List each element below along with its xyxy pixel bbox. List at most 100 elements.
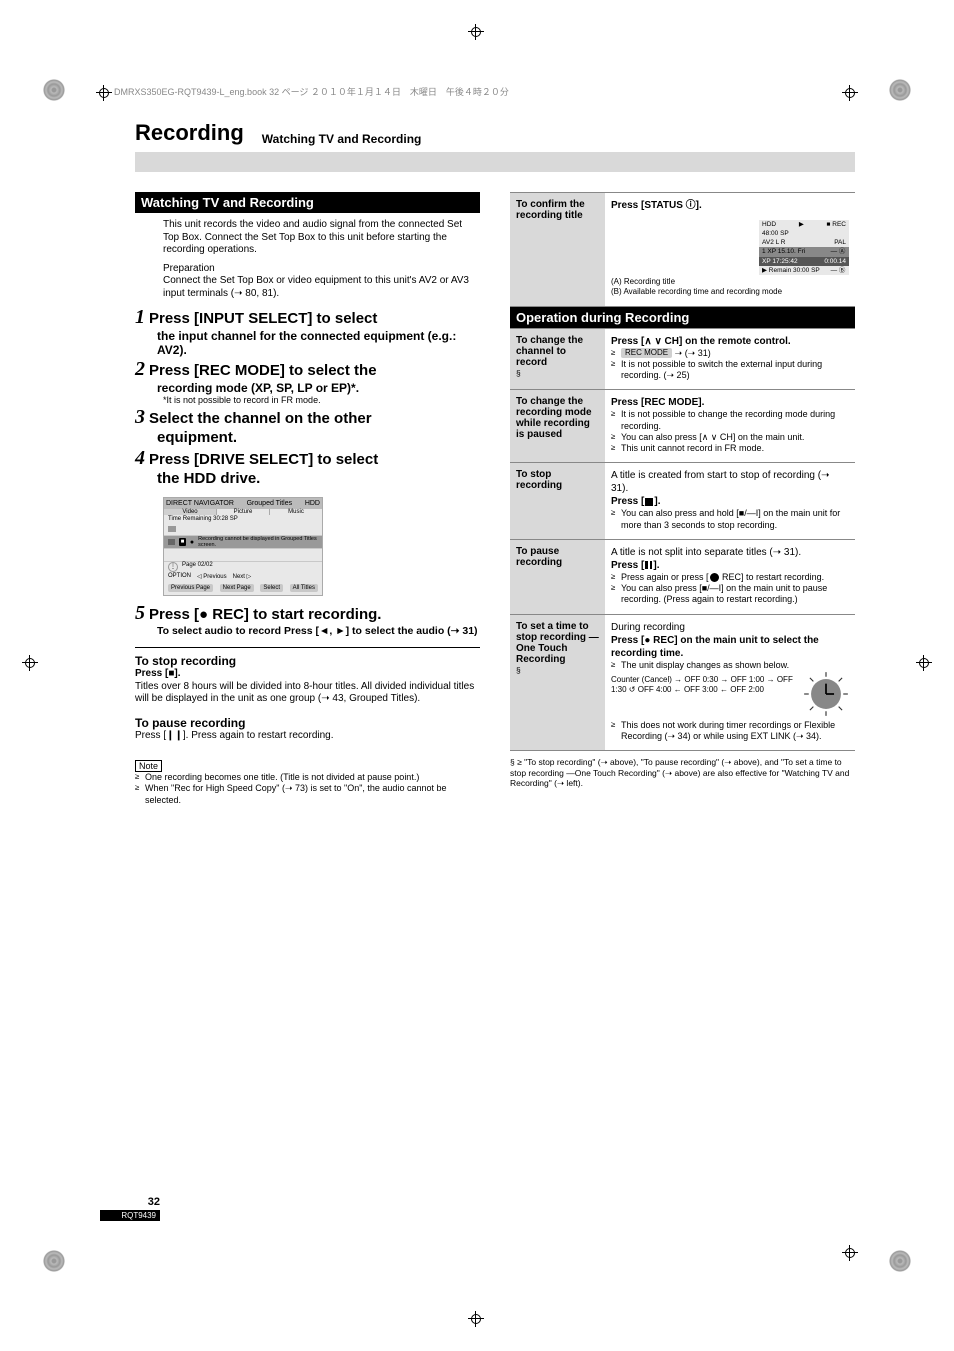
register-mark-icon	[42, 1249, 66, 1273]
info-row-label: To change the channel to record§	[510, 329, 605, 390]
step-2-note: *It is not possible to record in FR mode…	[163, 395, 480, 405]
intro-text: This unit records the video and audio si…	[135, 219, 480, 257]
divider	[135, 647, 480, 648]
list-item: This does not work during timer recordin…	[611, 720, 849, 743]
stop-icon	[645, 498, 653, 506]
list-item: It is not possible to switch the externa…	[611, 359, 849, 382]
step-5-line1: 5Press [● REC] to start recording.	[135, 602, 480, 625]
mini-osd-label: (A) Recording title	[611, 277, 849, 287]
list-item: Press again or press [ REC] to restart r…	[611, 572, 849, 583]
page-title: Recording	[135, 120, 244, 146]
crop-mark-icon	[22, 655, 38, 671]
info-row-body: A title is not split into separate title…	[605, 540, 855, 614]
note-list: One recording becomes one title. (Title …	[135, 772, 480, 806]
prep-heading: Preparation	[135, 263, 480, 276]
step-1-line1: 1Press [INPUT SELECT] to select	[135, 306, 480, 329]
list-item: The unit display changes as shown below.	[611, 660, 849, 671]
mini-osd-cell: ▶ Remain 30:00 SP	[762, 267, 820, 274]
register-mark-icon	[888, 78, 912, 102]
info-row-label: To change the recording mode while recor…	[510, 390, 605, 462]
page-number: 32	[100, 1196, 160, 1208]
step-4-label: Press [DRIVE SELECT] to select	[149, 451, 378, 468]
step-5-label: Press [● REC] to start recording.	[149, 606, 381, 623]
info-row-label: To set a time to stop recording —One Tou…	[510, 615, 605, 751]
info-row: To pause recording A title is not split …	[510, 539, 855, 614]
book-header-strip: DMRXS350EG-RQT9439-L_eng.book 32 ページ ２０１…	[114, 85, 509, 98]
info-row: To confirm the recording title Press [ST…	[510, 192, 855, 306]
step-1-label: Press [INPUT SELECT] to select	[149, 310, 377, 327]
mini-osd-cell: 1 XP 15.10. Fri	[762, 248, 805, 255]
mini-osd-cell: 0:00.14	[824, 258, 846, 265]
step-5-sub: To select audio to record Press [◄, ►] t…	[157, 625, 480, 637]
osd-footer-btn: Next Page	[220, 584, 254, 592]
crop-mark-icon	[842, 1245, 858, 1261]
info-row-label: To stop recording	[510, 463, 605, 539]
stop-text: Press [■].	[135, 668, 480, 681]
list-item: You can also press [■/—I] on the main un…	[611, 583, 849, 606]
osd-tab: Music	[270, 509, 322, 515]
section-heading: Operation during Recording	[510, 307, 855, 328]
info-row-body: Press [REC MODE]. It is not possible to …	[605, 390, 855, 462]
info-row-text: Press [REC MODE].	[611, 397, 704, 408]
info-row-label: To pause recording	[510, 540, 605, 614]
info-row: To change the channel to record§ Press […	[510, 328, 855, 390]
info-row-text: A title is not split into separate title…	[611, 547, 801, 558]
info-row-text: Press [∧ ∨ CH] on the remote control.	[611, 336, 791, 347]
step-1-sub: the input channel for the connected equi…	[157, 329, 480, 357]
mini-osd-cell: XP 17:25:42	[762, 258, 798, 265]
crop-mark-icon	[916, 655, 932, 671]
mini-osd-cell: 48:00 SP	[762, 230, 789, 237]
osd-drive: HDD	[305, 500, 320, 507]
crop-mark-icon	[468, 24, 484, 40]
crop-mark-icon	[468, 1311, 484, 1327]
stop-text2: Titles over 8 hours will be divided into…	[135, 681, 480, 706]
info-row-bold: Press [● REC] on the main unit to select…	[611, 635, 819, 659]
osd-tab: Picture	[217, 509, 270, 515]
osd-option: OPTION	[168, 573, 191, 580]
osd-row-note: Recording cannot be displayed in Grouped…	[198, 536, 318, 548]
mini-osd-cell: ▶	[799, 221, 804, 228]
osd-mode: Grouped Titles	[247, 500, 293, 507]
osd-time-remaining: Time Remaining 30:28 SP	[164, 515, 322, 523]
prep-text: Connect the Set Top Box or video equipme…	[135, 275, 480, 300]
list-item: You can also press and hold [■/—I] on th…	[611, 508, 849, 531]
info-row-body: During recording Press [● REC] on the ma…	[605, 615, 855, 751]
step-2-line1: 2Press [REC MODE] to select the	[135, 358, 480, 381]
page-footer: 32 RQT9439	[100, 1196, 160, 1221]
mini-osd-cell: PAL	[834, 239, 846, 246]
osd-title: DIRECT NAVIGATOR	[166, 500, 234, 507]
osd-pages: Page 02/02	[182, 562, 213, 572]
info-row: To stop recording A title is created fro…	[510, 462, 855, 539]
left-column: Watching TV and Recording This unit reco…	[135, 192, 480, 806]
step-4-sub: the HDD drive.	[157, 470, 480, 487]
info-row-body-text: Press [STATUS ⓘ].	[611, 200, 702, 211]
info-row-text: During recording	[611, 622, 685, 633]
otr-label: To set a time to stop recording —One Tou…	[516, 621, 599, 665]
section-heading: Watching TV and Recording	[135, 192, 480, 213]
osd-prev: Previous	[203, 574, 226, 580]
title-band	[135, 152, 855, 172]
mini-osd-cell: AV2 L R	[762, 239, 785, 246]
osd-next: Next	[233, 574, 245, 580]
step-4-line1: 4Press [DRIVE SELECT] to select	[135, 447, 480, 470]
list-item: REC MODE ➝ (➝ 31)	[611, 348, 849, 359]
list-item: It is not possible to change the recordi…	[611, 409, 849, 432]
note-item: One recording becomes one title. (Title …	[135, 772, 480, 783]
info-row-label: To confirm the recording title	[510, 193, 605, 306]
osd-footer-btn: Previous Page	[168, 584, 213, 592]
stop-heading: To stop recording	[135, 654, 480, 668]
info-row-body: Press [STATUS ⓘ]. HDD▶■ REC 48:00 SP AV2…	[605, 193, 855, 306]
step-2-sub: recording mode (XP, SP, LP or EP)*.	[157, 381, 480, 395]
pause-icon	[645, 561, 652, 569]
osd-tab: Video	[164, 509, 217, 515]
note-label: Note	[135, 760, 162, 772]
footnote: § ≥ "To stop recording" (➝ above), "To p…	[510, 757, 855, 788]
mini-osd-cell: HDD	[762, 221, 776, 228]
step-3-label: Select the channel on the other	[149, 410, 372, 427]
info-row-text: A title is created from start to stop of…	[611, 470, 829, 494]
note-item: When "Rec for High Speed Copy" (➝ 73) is…	[135, 783, 480, 806]
clock-icon	[803, 671, 849, 717]
crop-mark-icon	[96, 85, 112, 101]
doc-code: RQT9439	[100, 1210, 160, 1221]
step-3-sub: equipment.	[157, 429, 480, 446]
